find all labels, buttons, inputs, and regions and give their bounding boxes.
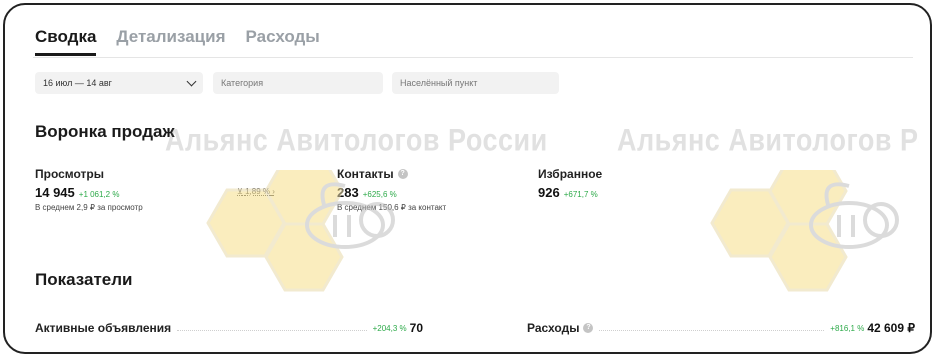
expenses-value: 42 609 ₽ bbox=[867, 321, 915, 335]
dotted-leader bbox=[599, 330, 825, 331]
dotted-leader bbox=[177, 330, 367, 331]
city-placeholder: Населённый пункт bbox=[400, 78, 478, 88]
tab-bar: Сводка Детализация Расходы bbox=[35, 27, 320, 56]
contacts-avg-cost: В среднем 150,6 ₽ за контакт bbox=[337, 203, 447, 212]
category-placeholder: Категория bbox=[221, 78, 264, 88]
active-listings-label: Активные объявления bbox=[35, 321, 172, 335]
views-value: 14 945 bbox=[35, 185, 75, 200]
help-icon[interactable]: ? bbox=[397, 169, 408, 179]
indicators-title: Показатели bbox=[35, 270, 133, 289]
active-listings-delta: +204,3 % bbox=[372, 324, 407, 333]
category-input[interactable]: Категория bbox=[213, 72, 383, 94]
expenses-label: Расходы bbox=[527, 321, 580, 335]
contacts-value: 283 bbox=[337, 185, 359, 200]
indicator-expenses: Расходы ? +816,1 % 42 609 ₽ bbox=[527, 315, 915, 335]
active-listings-value: 70 bbox=[409, 321, 423, 335]
metric-favorites: Избранное 926 +671,7 % bbox=[538, 167, 602, 200]
city-input[interactable]: Населённый пункт bbox=[392, 72, 559, 94]
metric-views: Просмотры 14 945 +1 061,2 % В среднем 2,… bbox=[35, 167, 143, 212]
date-range-select[interactable]: 16 июл — 14 авг bbox=[35, 72, 203, 94]
filter-icon: ⊻ bbox=[237, 187, 243, 196]
views-delta: +1 061,2 % bbox=[78, 190, 120, 199]
help-icon[interactable]: ? bbox=[583, 323, 594, 333]
watermark-text: Альянс Авитологов России bbox=[165, 122, 548, 158]
date-range-value: 16 июл — 14 авг bbox=[43, 78, 112, 88]
indicator-active-listings: Активные объявления +204,3 % 70 bbox=[35, 315, 423, 335]
expenses-delta: +816,1 % bbox=[830, 324, 865, 333]
watermark-text: Альянс Авитологов России bbox=[617, 122, 919, 158]
tab-expenses[interactable]: Расходы bbox=[246, 27, 320, 56]
favorites-delta: +671,7 % bbox=[563, 190, 598, 199]
favorites-value: 926 bbox=[538, 185, 560, 200]
contacts-label: Контакты bbox=[337, 167, 394, 181]
chevron-right-icon: › bbox=[272, 187, 275, 196]
conversion-rate[interactable]: ⊻ 1,89 % › bbox=[237, 187, 275, 196]
chevron-down-icon bbox=[186, 76, 197, 87]
views-avg-cost: В среднем 2,9 ₽ за просмотр bbox=[35, 203, 143, 212]
tab-details[interactable]: Детализация bbox=[116, 27, 225, 56]
contacts-delta: +625,6 % bbox=[362, 190, 397, 199]
tab-summary[interactable]: Сводка bbox=[35, 27, 97, 56]
conversion-value: 1,89 % bbox=[245, 187, 270, 196]
favorites-label: Избранное bbox=[538, 167, 603, 181]
app-frame: Сводка Детализация Расходы 16 июл — 14 а… bbox=[3, 3, 932, 354]
metric-contacts: Контакты ? 283 +625,6 % В среднем 150,6 … bbox=[337, 167, 446, 212]
views-label: Просмотры bbox=[35, 167, 105, 181]
funnel-title: Воронка продаж bbox=[35, 122, 175, 141]
tabs-divider bbox=[33, 57, 913, 58]
